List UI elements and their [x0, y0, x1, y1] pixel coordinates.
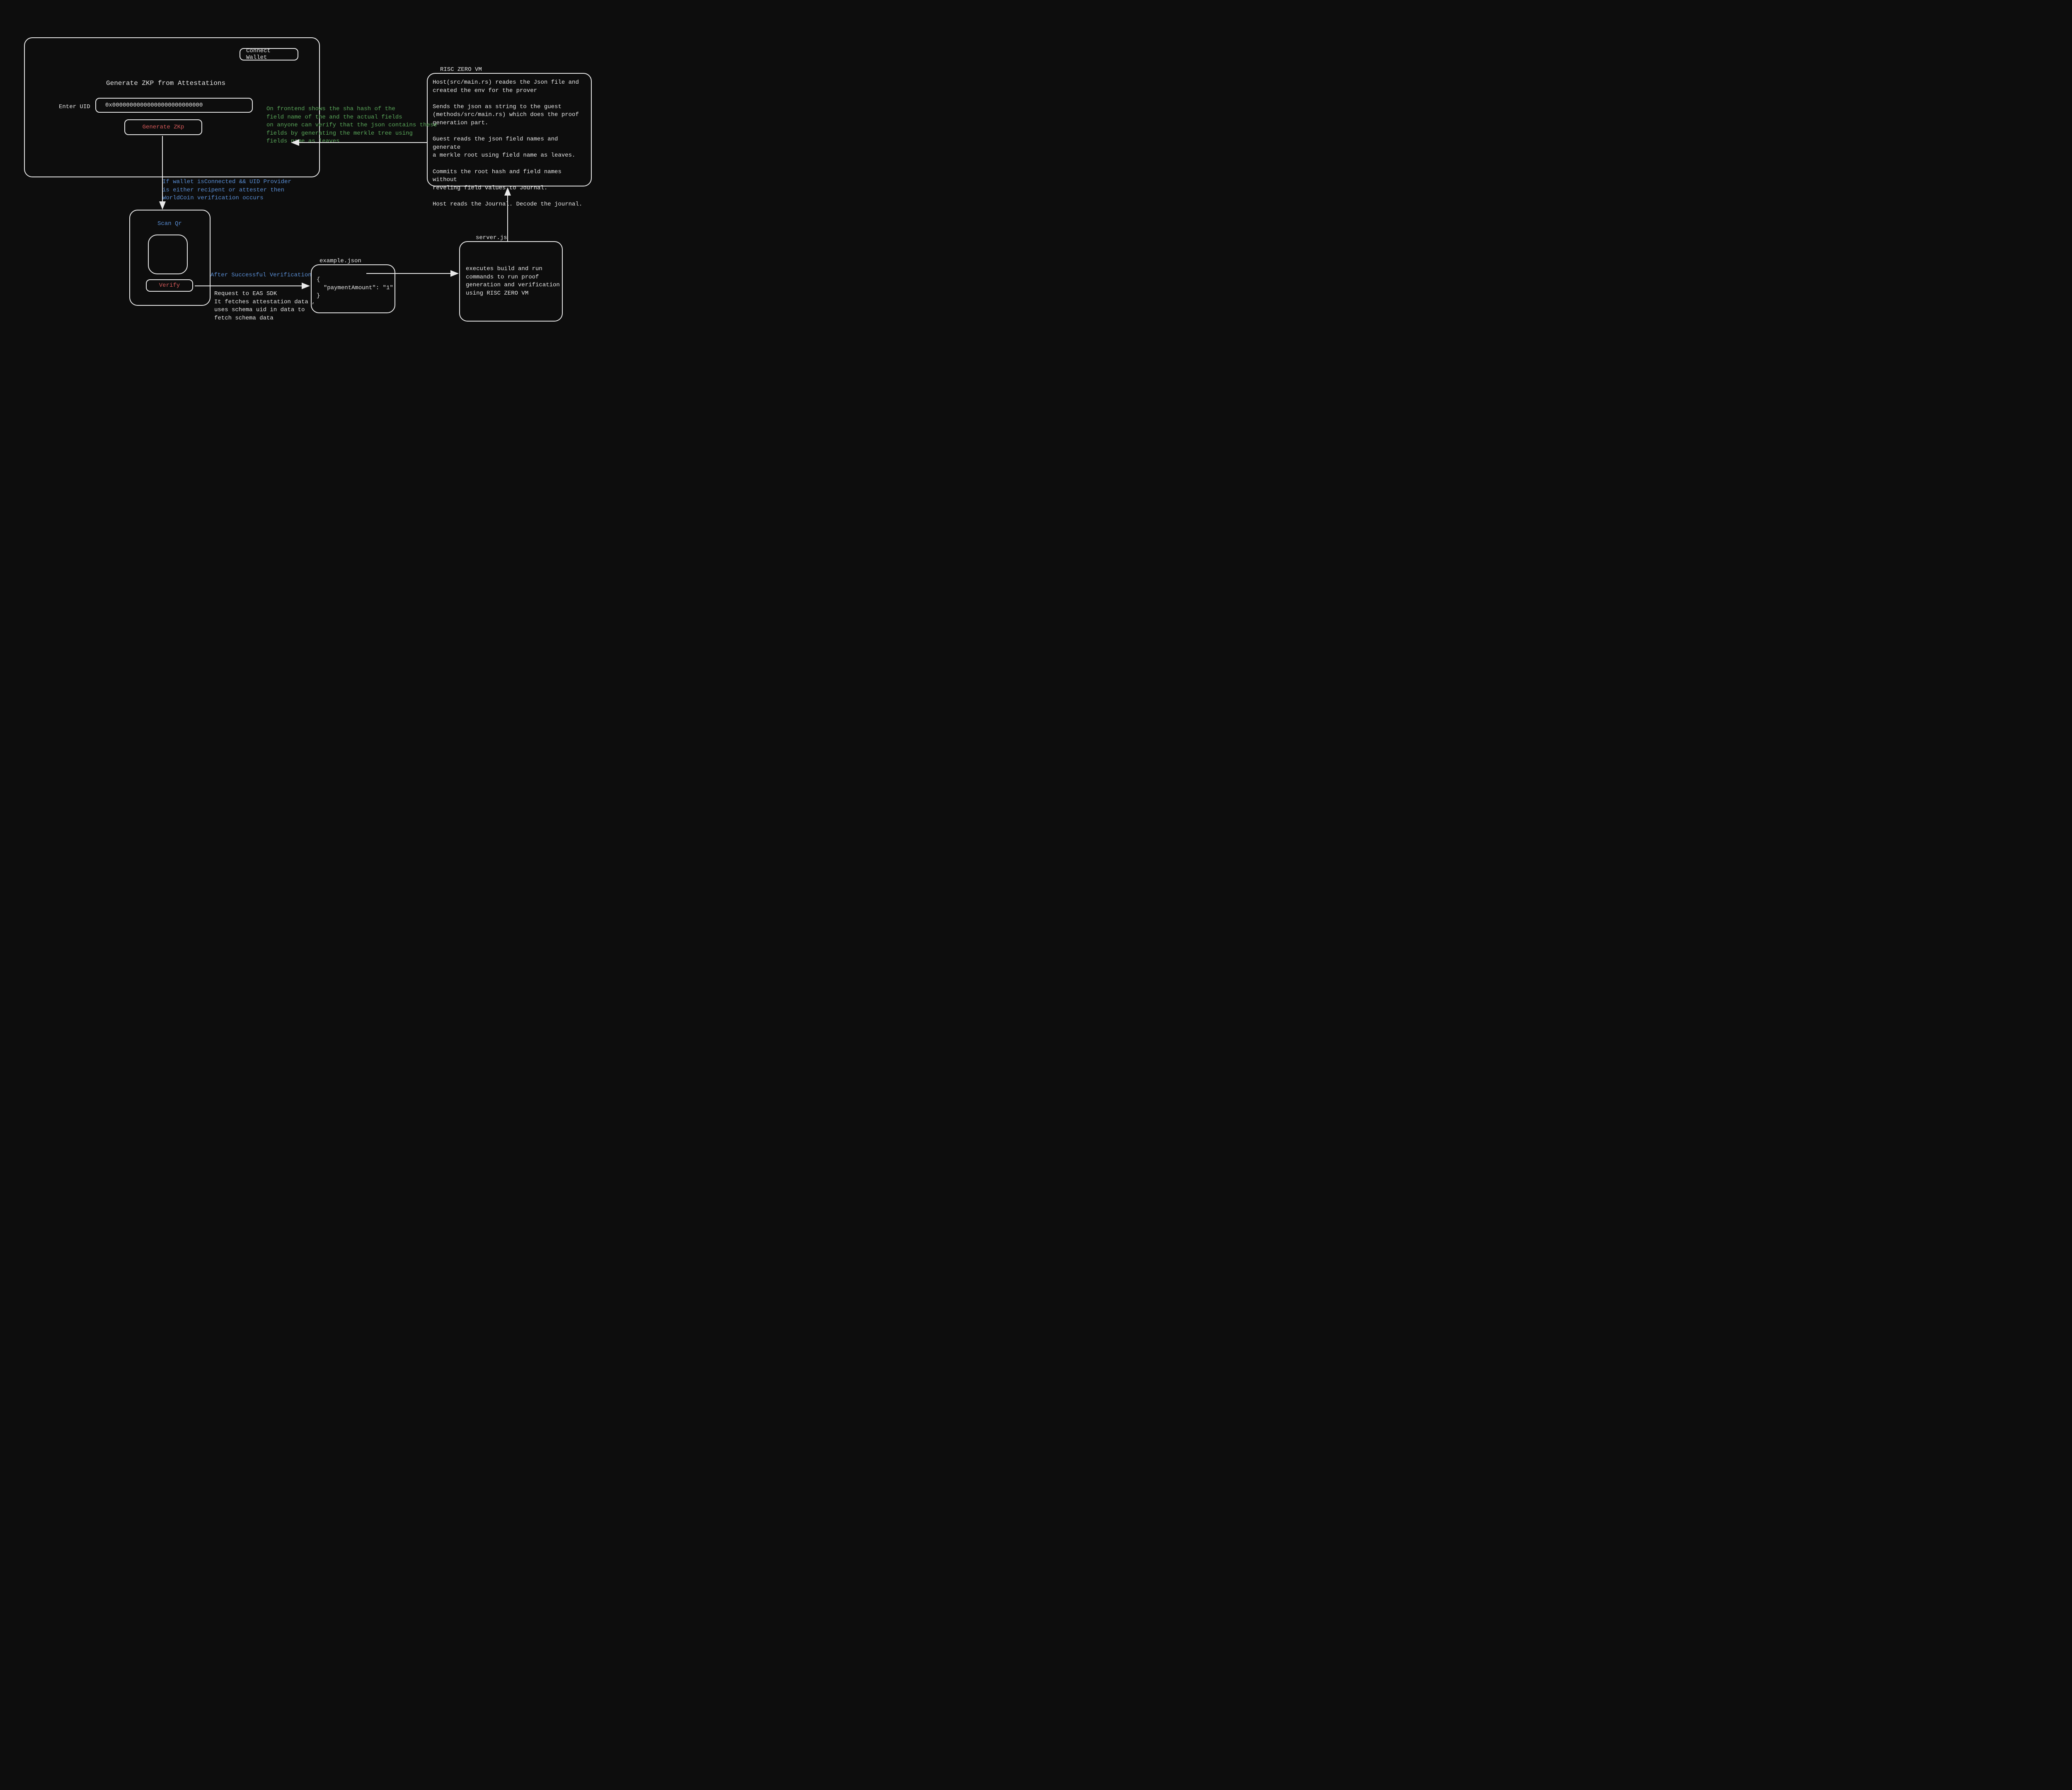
verify-button[interactable]: Verify: [146, 279, 193, 292]
connect-wallet-label: Connect Wallet: [246, 48, 292, 61]
risc-content: Host(src/main.rs) reades the Json file a…: [433, 79, 587, 209]
wallet-condition-text: If wallet isConnected && UID Provider is…: [162, 178, 291, 203]
connect-wallet-button[interactable]: Connect Wallet: [240, 48, 298, 60]
qr-placeholder: [148, 235, 188, 274]
uid-value: 0x00000000000000000000000000: [105, 102, 203, 109]
verify-label: Verify: [159, 282, 180, 289]
zkp-title: Generate ZKP from Attestations: [106, 80, 225, 87]
example-json-content: { "paymentAmount": "1" }: [317, 276, 393, 300]
risc-label: RISC ZERO VM: [440, 66, 482, 73]
server-content: executes build and run commands to run p…: [466, 265, 560, 298]
eas-request-text: Request to EAS SDK It fetches attestatio…: [214, 290, 315, 322]
uid-input[interactable]: 0x00000000000000000000000000: [95, 98, 253, 113]
frontend-note: On frontend shows the sha hash of the fi…: [266, 105, 437, 146]
example-json-label: example.json: [320, 258, 361, 264]
generate-zkp-label: Generate ZKp: [143, 124, 184, 131]
after-verification-text: After Successful Verification: [211, 272, 312, 278]
scan-qr-title: Scan Qr: [157, 220, 182, 227]
enter-uid-label: Enter UID: [59, 104, 90, 110]
generate-zkp-button[interactable]: Generate ZKp: [124, 119, 202, 135]
server-label: server.js: [476, 235, 507, 241]
